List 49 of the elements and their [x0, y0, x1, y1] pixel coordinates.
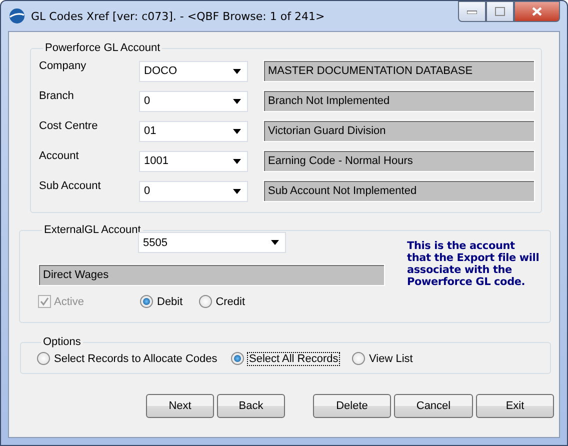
globe-icon [9, 8, 25, 24]
radio-button[interactable] [231, 352, 244, 365]
group-title: Powerforce GL Account [44, 42, 162, 54]
radio-label[interactable]: Select Records to Allocate Codes [54, 352, 218, 364]
radio-label[interactable]: Select All Records [248, 352, 340, 364]
field-label: Account [39, 149, 80, 162]
radio-button[interactable] [352, 352, 365, 365]
group-title: Options [42, 336, 82, 348]
dropdown-arrow-icon[interactable] [233, 188, 241, 194]
field-label: Sub Account [39, 179, 102, 192]
maximize-button[interactable] [486, 1, 514, 22]
description-field: Victorian Guard Division [263, 120, 535, 142]
description-field: Earning Code - Normal Hours [263, 150, 535, 172]
radio-button[interactable] [198, 295, 212, 308]
dropdown-field[interactable]: 1001 [139, 150, 248, 172]
radio-label[interactable]: Credit [216, 296, 246, 308]
minimize-button[interactable] [458, 1, 486, 22]
field-label: Company [39, 59, 88, 72]
radio-label[interactable]: Debit [157, 296, 183, 308]
minimize-icon [467, 10, 477, 14]
radio-label[interactable]: View List [369, 352, 413, 364]
radio-button[interactable] [37, 352, 50, 365]
close-button[interactable] [514, 1, 560, 22]
dropdown-arrow-icon[interactable] [271, 240, 279, 245]
dropdown-field[interactable]: 0 [139, 180, 248, 202]
back-button[interactable]: Back [217, 394, 285, 418]
dropdown-arrow-icon[interactable] [233, 68, 241, 74]
dropdown-arrow-icon[interactable] [233, 128, 241, 134]
description-field: Direct Wages [38, 264, 385, 286]
dropdown-field[interactable]: 01 [139, 120, 248, 142]
next-button[interactable]: Next [146, 394, 214, 418]
maximize-icon [495, 7, 505, 16]
description-field: Sub Account Not Implemented [263, 180, 535, 202]
exit-button[interactable]: Exit [476, 394, 554, 418]
dropdown-field[interactable]: DOCO [139, 60, 248, 82]
dropdown-field[interactable]: 0 [139, 90, 248, 112]
window-title: GL Codes Xref [ver: c073]. - <QBF Browse: 1 of 241> [31, 10, 326, 22]
field-label: Cost Centre [39, 119, 99, 132]
description-field: Branch Not Implemented [263, 90, 535, 112]
description-field: MASTER DOCUMENTATION DATABASE [263, 60, 535, 82]
info-text: This is the account that the Export file will associate with the Powerforce GL code. [407, 240, 540, 290]
dropdown-arrow-icon[interactable] [233, 158, 241, 164]
field-label: Branch [39, 89, 75, 102]
dropdown-field[interactable]: 5505 [138, 232, 286, 253]
close-icon [532, 7, 542, 16]
radio-button[interactable] [140, 295, 153, 308]
dropdown-arrow-icon[interactable] [233, 98, 241, 104]
cancel-button[interactable]: Cancel [394, 394, 473, 418]
delete-button[interactable]: Delete [313, 394, 391, 418]
